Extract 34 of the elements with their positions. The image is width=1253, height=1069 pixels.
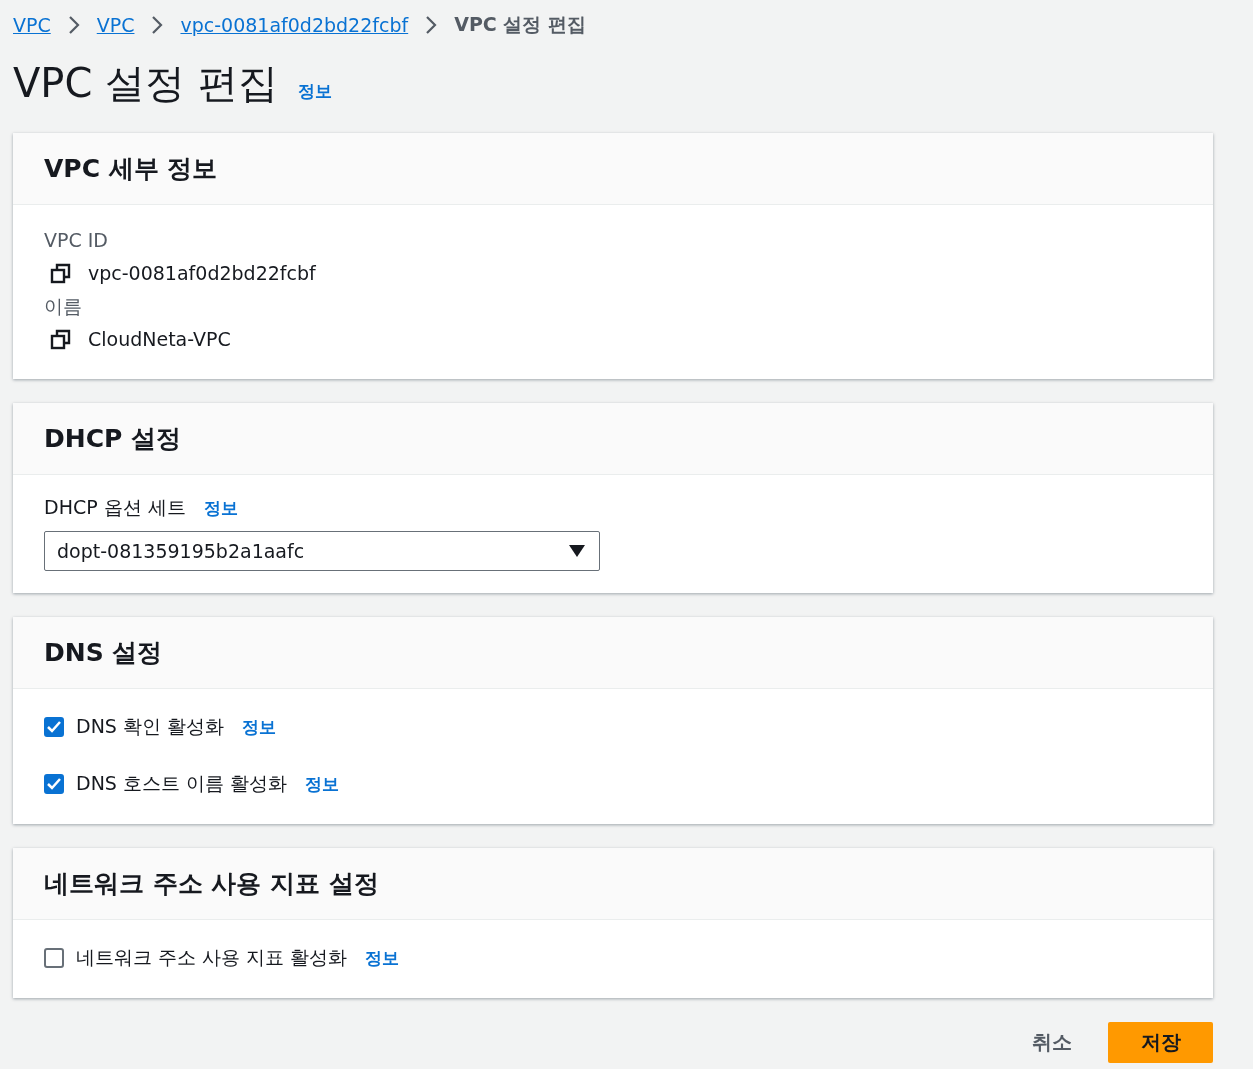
chevron-icon	[424, 15, 439, 35]
copy-icon[interactable]	[50, 328, 72, 350]
dhcp-select[interactable]: dopt-081359195b2a1aafc	[44, 531, 600, 571]
card-title: 네트워크 주소 사용 지표 설정	[44, 868, 379, 900]
card-title: DNS 설정	[44, 637, 163, 669]
checkbox[interactable]	[44, 717, 64, 737]
chevron-icon	[150, 15, 165, 35]
field-value: vpc-0081af0d2bd22fcbf	[88, 262, 316, 284]
breadcrumb-link[interactable]: VPC	[96, 14, 135, 36]
page-title: VPC 설정 편집	[13, 59, 278, 108]
checkbox[interactable]	[44, 774, 64, 794]
caret-icon	[569, 545, 585, 557]
checkbox-label: DNS 호스트 이름 활성화	[76, 771, 288, 796]
info-link[interactable]: 정보	[297, 80, 332, 103]
info-link[interactable]: 정보	[203, 496, 238, 520]
card-title: VPC 세부 정보	[44, 153, 218, 185]
field-value: CloudNeta-VPC	[88, 328, 231, 350]
field-label: VPC ID	[44, 228, 109, 253]
info-link[interactable]: 정보	[305, 772, 340, 796]
checkbox[interactable]	[44, 948, 64, 968]
breadcrumb-link[interactable]: vpc-0081af0d2bd22fcbf	[180, 14, 409, 36]
cancel-button[interactable]: 취소	[1026, 1028, 1078, 1057]
chevron-icon	[66, 15, 81, 35]
checkbox-label: DNS 확인 활성화	[76, 714, 224, 739]
field-label: DHCP 옵션 세트	[44, 495, 186, 520]
breadcrumb-link[interactable]: VPC	[13, 14, 51, 36]
field-label: 이름	[44, 294, 83, 319]
info-link[interactable]: 정보	[242, 715, 276, 739]
breadcrumb-current: VPC 설정 편집	[454, 12, 586, 37]
checkbox-label: 네트워크 주소 사용 지표 활성화	[76, 945, 348, 970]
copy-icon[interactable]	[50, 262, 72, 284]
card-title: DHCP 설정	[44, 423, 182, 455]
save-button[interactable]: 저장	[1108, 1022, 1213, 1063]
info-link[interactable]: 정보	[365, 946, 400, 970]
